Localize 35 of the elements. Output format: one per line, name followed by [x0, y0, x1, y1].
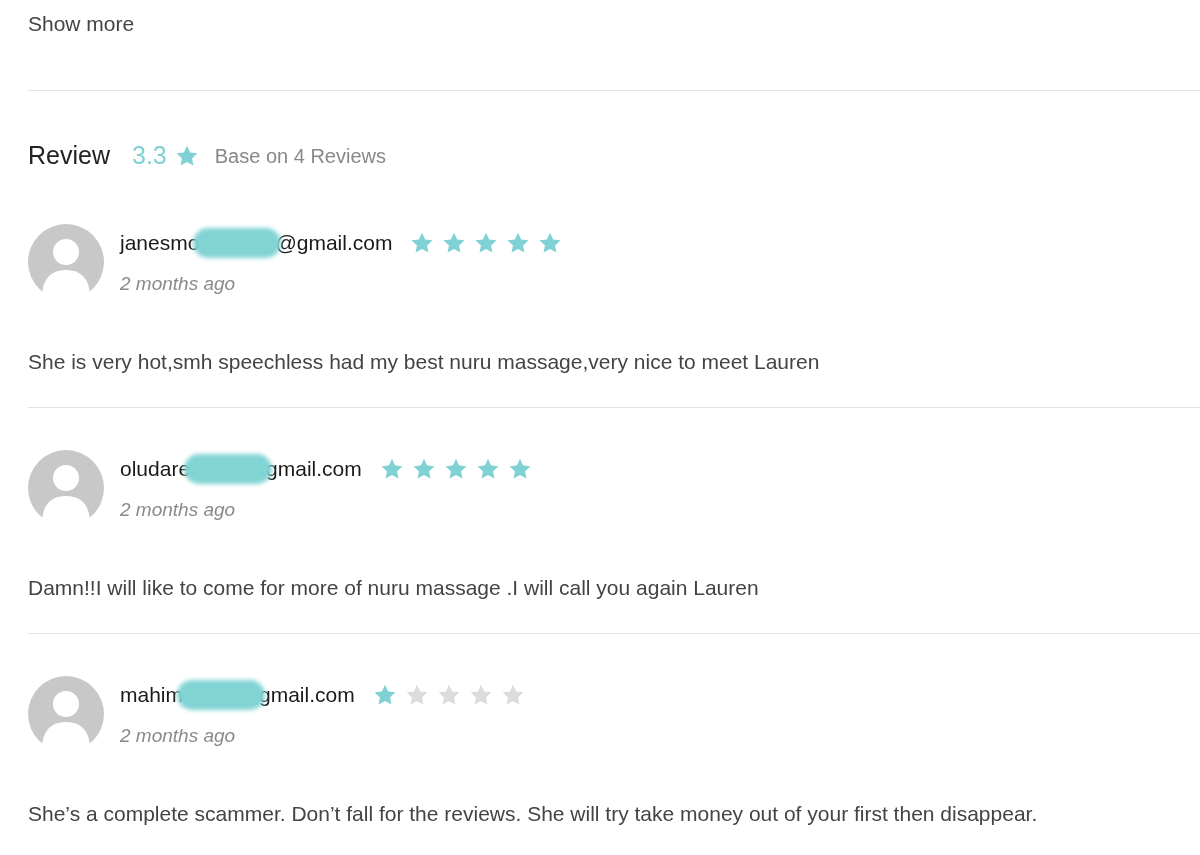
review-text: She is very hot,smh speechless had my best nuru massage,very nice to meet Lauren [28, 349, 821, 375]
reviewer-email: mahim [120, 682, 183, 709]
star-icon [174, 144, 199, 168]
star-icon [410, 231, 435, 255]
reviewer-email: gmail.com [266, 456, 362, 483]
star-icon [500, 683, 525, 707]
review-text: She’s a complete scammer. Don’t fall for the reviews. She will try take money out of your first then disappear. [28, 801, 1039, 827]
star-icon [411, 457, 436, 481]
star-icon [506, 231, 531, 255]
show-more-link[interactable]: Show more [28, 10, 1200, 38]
star-icon [538, 231, 563, 255]
star-icon [443, 457, 468, 481]
star-icon [475, 457, 500, 481]
rating-score: 3.3 [132, 140, 167, 172]
review-time: 2 months ago [120, 724, 237, 748]
review-text: Damn!!I will like to come for more of nuru massage .I will call you again Lauren [28, 575, 760, 601]
reviewer-email: @gmail.com [275, 230, 393, 257]
star-icon [436, 683, 461, 707]
star-icon [379, 457, 404, 481]
section-title: Review [28, 140, 110, 172]
avatar-icon [28, 676, 104, 752]
star-icon [404, 683, 429, 707]
star-icon [442, 231, 467, 255]
avatar-icon [28, 224, 104, 300]
reviewer-email: gmail.com [259, 682, 355, 709]
review-time: 2 months ago [120, 272, 237, 296]
reviewer-email: janesmo [120, 230, 200, 257]
star-icon [474, 231, 499, 255]
review-time: 2 months ago [120, 498, 237, 522]
review-count: Base on 4 Reviews [214, 144, 386, 169]
star-icon [507, 457, 532, 481]
avatar-icon [28, 450, 104, 526]
star-icon [372, 683, 397, 707]
star-icon [468, 683, 493, 707]
reviewer-email: oludare [120, 456, 191, 483]
